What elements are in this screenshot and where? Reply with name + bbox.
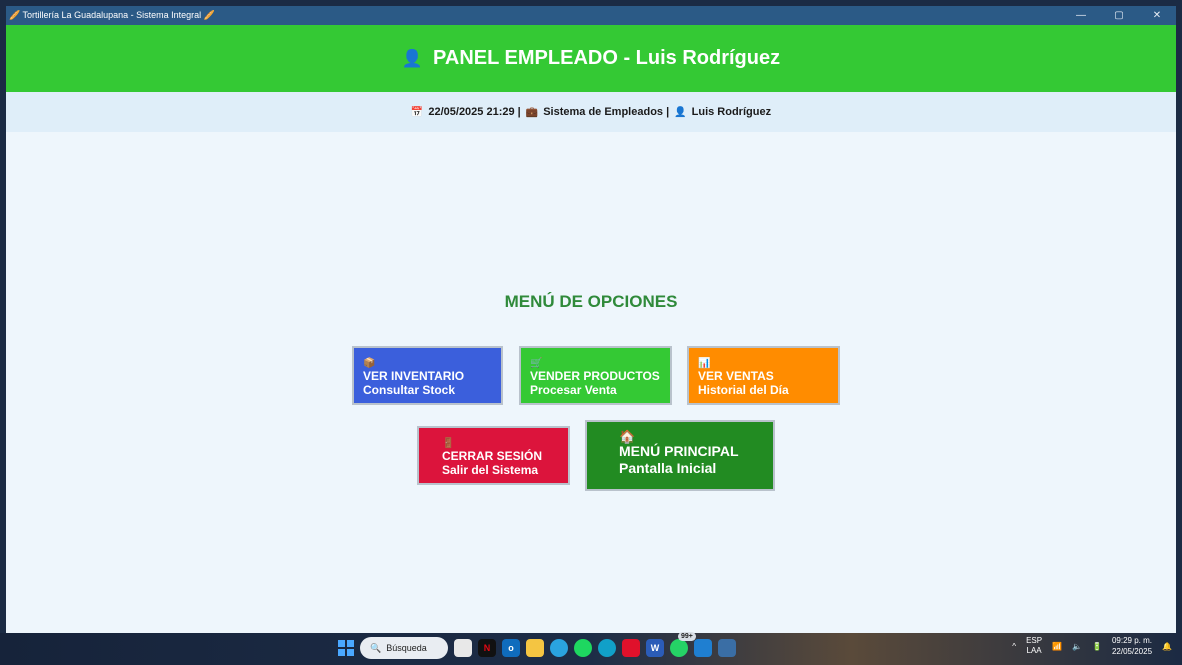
- system-tray: ^ ESP LAA 📶 🔈 🔋 09:29 p. m. 22/05/2025 🔔: [1012, 635, 1172, 657]
- briefcase-icon: 💼: [525, 106, 539, 118]
- option-sublabel: Procesar Venta: [530, 383, 617, 397]
- chart-icon: 📊: [698, 358, 711, 369]
- notification-badge: 99+: [678, 632, 696, 641]
- option-label: VENDER PRODUCTOS: [530, 369, 660, 383]
- battery-icon[interactable]: 🔋: [1092, 642, 1102, 651]
- sell-products-button[interactable]: 🛒 VENDER PRODUCTOS Procesar Venta: [519, 346, 672, 405]
- info-bar: 📅 22/05/2025 21:29 | 💼 Sistema de Emplea…: [6, 92, 1176, 132]
- view-inventory-button[interactable]: 📦 VER INVENTARIO Consultar Stock: [352, 346, 503, 405]
- option-label: MENÚ PRINCIPAL: [619, 443, 739, 459]
- search-icon: 🔍: [370, 642, 382, 653]
- user-icon: 👤: [401, 48, 424, 68]
- door-icon: 🚪: [442, 438, 455, 449]
- youtube-icon[interactable]: [622, 639, 640, 657]
- file-explorer-icon[interactable]: [526, 639, 544, 657]
- minimize-button[interactable]: —: [1062, 6, 1100, 25]
- telegram-icon[interactable]: [550, 639, 568, 657]
- option-label: CERRAR SESIÓN: [442, 449, 543, 463]
- minimize-icon: —: [1076, 10, 1086, 21]
- notification-icon[interactable]: 🔔: [1162, 642, 1172, 651]
- search-placeholder: Búsqueda: [386, 643, 427, 653]
- option-label: VER INVENTARIO: [363, 369, 465, 383]
- main-menu-button[interactable]: 🏠 MENÚ PRINCIPAL Pantalla Inicial: [585, 420, 775, 491]
- taskbar: 🔍 Búsqueda N o W 99+ ^ ESP LAA 📶 🔈 🔋 09:…: [0, 632, 1182, 665]
- user-icon: 👤: [674, 106, 687, 118]
- user-name: Luis Rodríguez: [691, 106, 772, 118]
- cart-icon: 🛒: [530, 358, 543, 369]
- whatsapp-icon[interactable]: 99+: [670, 632, 696, 657]
- outlook-icon[interactable]: o: [502, 639, 520, 657]
- window-titlebar: 🥖 Tortillería La Guadalupana - Sistema I…: [6, 6, 1176, 25]
- python-icon[interactable]: [718, 639, 736, 657]
- taskbar-search[interactable]: 🔍 Búsqueda: [360, 637, 448, 659]
- windows-start-icon[interactable]: [338, 640, 354, 656]
- edge-icon[interactable]: [598, 639, 616, 657]
- netflix-icon[interactable]: N: [478, 639, 496, 657]
- package-icon: 📦: [363, 358, 376, 369]
- system-text: Sistema de Empleados |: [543, 106, 670, 118]
- restore-icon: ▢: [1114, 10, 1124, 21]
- chevron-up-icon[interactable]: ^: [1012, 642, 1016, 651]
- task-view-icon[interactable]: [454, 639, 472, 657]
- view-sales-button[interactable]: 📊 VER VENTAS Historial del Día: [687, 346, 840, 405]
- option-label: VER VENTAS: [698, 369, 774, 383]
- page-title: PANEL EMPLEADO - Luis Rodríguez: [433, 47, 781, 69]
- window-title: 🥖 Tortillería La Guadalupana - Sistema I…: [9, 10, 215, 20]
- logout-button[interactable]: 🚪 CERRAR SESIÓN Salir del Sistema: [417, 426, 570, 485]
- word-icon[interactable]: W: [646, 639, 664, 657]
- vscode-icon[interactable]: [694, 639, 712, 657]
- home-icon: 🏠: [619, 429, 636, 444]
- option-sublabel: Historial del Día: [698, 383, 789, 397]
- close-button[interactable]: ✕: [1138, 6, 1176, 25]
- taskbar-clock[interactable]: 09:29 p. m. 22/05/2025: [1112, 635, 1152, 657]
- spotify-icon[interactable]: [574, 639, 592, 657]
- calendar-icon: 📅: [410, 106, 424, 118]
- header-banner: 👤 PANEL EMPLEADO - Luis Rodríguez: [6, 25, 1176, 92]
- restore-button[interactable]: ▢: [1100, 6, 1138, 25]
- close-icon: ✕: [1152, 10, 1162, 21]
- datetime-text: 22/05/2025 21:29 |: [428, 106, 521, 118]
- language-indicator[interactable]: ESP LAA: [1026, 636, 1042, 656]
- option-sublabel: Pantalla Inicial: [619, 460, 717, 476]
- menu-title: MENÚ DE OPCIONES: [504, 292, 678, 311]
- option-sublabel: Consultar Stock: [363, 383, 456, 397]
- volume-icon[interactable]: 🔈: [1072, 642, 1082, 651]
- app-window: 👤 PANEL EMPLEADO - Luis Rodríguez 📅 22/0…: [6, 25, 1176, 633]
- wifi-icon[interactable]: 📶: [1052, 642, 1062, 651]
- option-sublabel: Salir del Sistema: [442, 463, 539, 477]
